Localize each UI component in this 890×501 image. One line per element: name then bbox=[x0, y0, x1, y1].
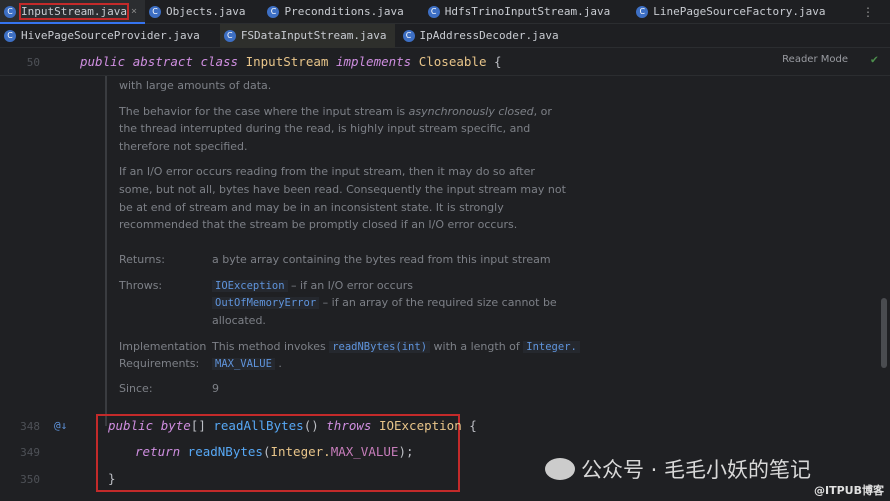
doc-text: with large amounts of data. bbox=[119, 79, 272, 92]
class-icon: C bbox=[223, 29, 236, 42]
more-tabs-icon[interactable]: ⋮ bbox=[862, 5, 874, 19]
tab-hdfstrinoinputstream[interactable]: C HdfsTrinoInputStream.java bbox=[424, 0, 619, 24]
class-icon: C bbox=[4, 29, 16, 42]
doc-text: If an I/O error occurs reading from the … bbox=[119, 165, 535, 178]
tab-label: Objects.java bbox=[166, 5, 246, 18]
class-icon: C bbox=[4, 5, 16, 18]
doc-text: some, but not all, bytes have been read.… bbox=[119, 183, 566, 196]
tab-bar-row-2: C HivePageSourceProvider.java C FSDataInpu… bbox=[0, 23, 890, 48]
tab-preconditions[interactable]: C Preconditions.java bbox=[263, 0, 411, 24]
class-icon: C bbox=[149, 5, 161, 18]
tab-ipaddressdecoder[interactable]: C IpAddressDecoder.java bbox=[399, 24, 567, 48]
tab-hivepagesourceprovider[interactable]: C HivePageSourceProvider.java bbox=[0, 24, 208, 48]
code-line: public byte[] readAllBytes() throws IOEx… bbox=[108, 418, 477, 433]
tab-label: HivePageSourceProvider.java bbox=[21, 29, 200, 42]
line-number: 349 bbox=[20, 446, 40, 459]
class-icon: C bbox=[267, 5, 280, 18]
line-number: 350 bbox=[20, 473, 40, 486]
line-number: 50 bbox=[26, 56, 40, 69]
line-number: 348 bbox=[20, 420, 40, 433]
ioexception-link[interactable]: IOException bbox=[212, 280, 288, 292]
rendered-javadoc: with large amounts of data. The behavior… bbox=[105, 76, 625, 426]
doc-text: be at end of stream and may be in an inc… bbox=[119, 201, 504, 214]
tab-bar-row-1: C InputStream.java × C Objects.java C Precon… bbox=[0, 0, 890, 24]
tab-label: LinePageSourceFactory.java bbox=[653, 5, 826, 18]
max-value-link[interactable]: MAX_VALUE bbox=[212, 358, 275, 370]
readnbytes-link[interactable]: readNBytes(int) bbox=[329, 341, 431, 353]
tab-label: FSDataInputStream.java bbox=[240, 29, 387, 42]
tab-inputstream[interactable]: C InputStream.java × bbox=[0, 0, 145, 24]
class-declaration: public abstract class InputStream implem… bbox=[80, 54, 502, 69]
scrollbar[interactable] bbox=[881, 298, 887, 368]
tab-label: Preconditions.java bbox=[284, 5, 404, 18]
tab-label: IpAddressDecoder.java bbox=[419, 29, 559, 42]
doc-text: recommended that the stream be promptly … bbox=[119, 218, 518, 231]
class-icon: C bbox=[636, 5, 649, 18]
tab-linepagesourcefactory[interactable]: C LinePageSourceFactory.java bbox=[632, 0, 833, 24]
outofmemoryerror-link[interactable]: OutOfMemoryError bbox=[212, 297, 320, 309]
code-editor[interactable]: 50 public abstract class InputStream imp… bbox=[0, 48, 890, 501]
doc-text: The behavior for the case where the inpu… bbox=[119, 105, 552, 118]
override-gutter-icon[interactable]: @↓ bbox=[54, 419, 67, 432]
class-icon: C bbox=[427, 5, 440, 18]
check-icon: ✔ bbox=[870, 52, 878, 66]
wechat-icon bbox=[545, 458, 575, 480]
tab-label: InputStream.java bbox=[19, 3, 129, 20]
site-watermark: @ITPUB博客 bbox=[814, 484, 884, 497]
tab-fsdatainputstream[interactable]: C FSDataInputStream.java bbox=[219, 23, 395, 48]
tab-label: HdfsTrinoInputStream.java bbox=[444, 5, 611, 18]
tab-objects[interactable]: C Objects.java bbox=[145, 0, 253, 24]
close-icon[interactable]: × bbox=[131, 6, 137, 17]
class-icon: C bbox=[402, 29, 415, 42]
code-line: } bbox=[108, 471, 116, 486]
doc-text: therefore not specified. bbox=[119, 140, 248, 153]
doc-text: the thread interrupted during the read, … bbox=[119, 122, 531, 135]
watermark: 公众号 · 毛毛小妖的笔记 bbox=[545, 454, 811, 484]
integer-link[interactable]: Integer. bbox=[523, 341, 580, 353]
code-line: return readNBytes(Integer.MAX_VALUE); bbox=[135, 444, 414, 459]
reader-mode-button[interactable]: Reader Mode bbox=[782, 54, 848, 65]
